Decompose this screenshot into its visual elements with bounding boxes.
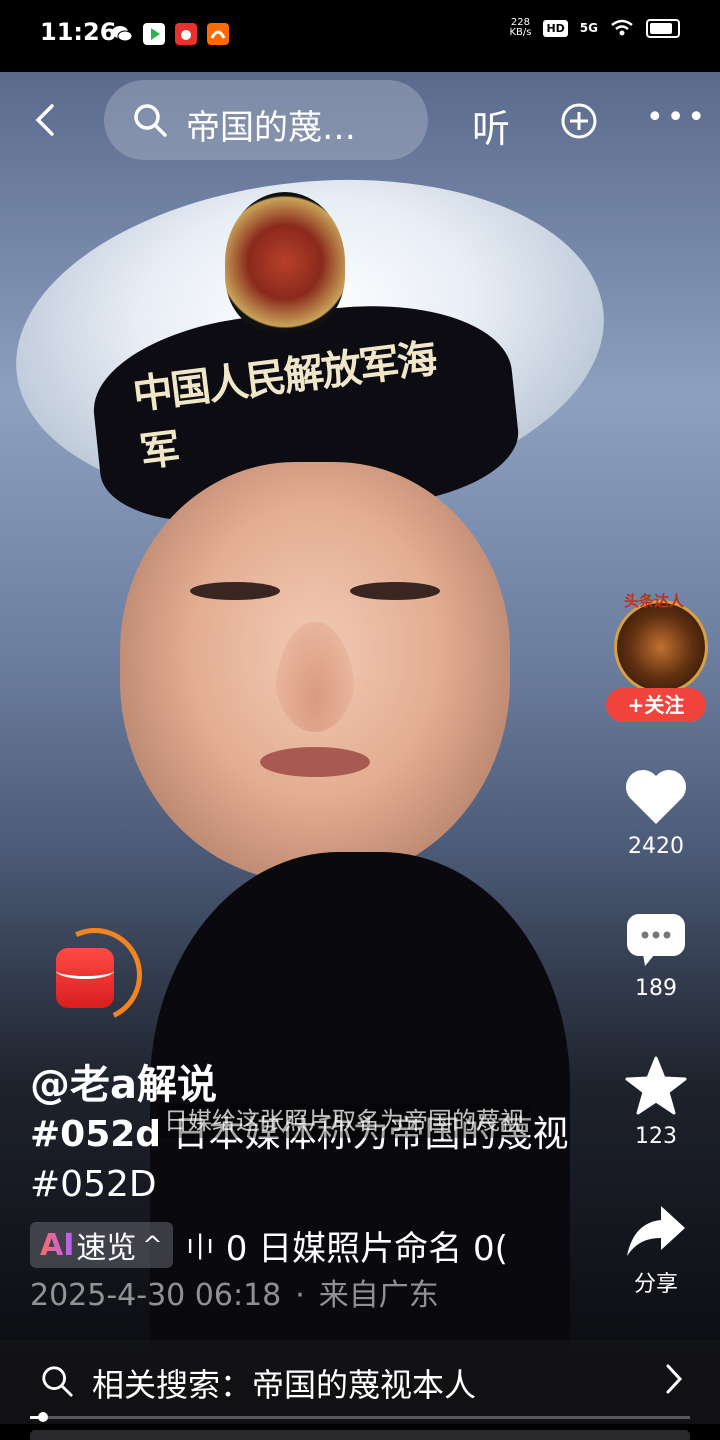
- right-eye: [350, 582, 440, 600]
- share-label: 分享: [633, 1272, 678, 1297]
- avatar-tag: 头条达人: [623, 592, 684, 610]
- search-query: 帝国的蔑…: [186, 108, 356, 148]
- comment-icon: [627, 914, 685, 966]
- notification-icons: [110, 22, 230, 46]
- favorite-count: 123: [635, 1124, 677, 1149]
- chevron-up-icon: ^: [142, 1231, 163, 1259]
- post-location: 来自广东: [318, 1278, 439, 1313]
- follow-button[interactable]: +关注: [606, 688, 706, 722]
- search-icon: [42, 1366, 73, 1397]
- audio-bars-icon: ı|ı: [186, 1230, 216, 1260]
- top-bar: 帝国的蔑… 听 •••: [0, 80, 720, 164]
- left-eye: [190, 582, 280, 600]
- video-subtitle: 日媒给这张照片取名为帝国的蔑视: [158, 1104, 530, 1138]
- related-search-text: 相关搜索：帝国的蔑视本人: [92, 1366, 477, 1404]
- comment-button[interactable]: 189: [606, 912, 706, 1001]
- author-avatar[interactable]: [614, 600, 708, 694]
- listen-button[interactable]: 听: [472, 98, 510, 153]
- signal-5g-label: 5G: [579, 21, 598, 35]
- ai-summary-button[interactable]: AI 速览 ^: [30, 1222, 173, 1268]
- video-progress-bar[interactable]: [30, 1412, 690, 1422]
- nose: [275, 622, 355, 732]
- favorite-button[interactable]: 123: [606, 1056, 706, 1149]
- chevron-right-icon: [666, 1364, 683, 1394]
- hashtag-052d[interactable]: #052d: [30, 1114, 161, 1155]
- wifi-icon: [611, 19, 633, 36]
- like-count: 2420: [628, 834, 684, 859]
- status-bar: 11:26 228 KB/s HD 5G: [0, 0, 720, 72]
- red-packet-icon[interactable]: [56, 948, 114, 1008]
- like-button[interactable]: 2420: [606, 768, 706, 859]
- back-button[interactable]: [28, 102, 64, 138]
- hashtag-052D[interactable]: #052D: [30, 1164, 157, 1205]
- ai-logo-icon: AI: [40, 1227, 75, 1263]
- search-bar[interactable]: 帝国的蔑…: [104, 80, 428, 160]
- ai-ticker-text: 0 日媒照片命名 0(: [225, 1228, 508, 1269]
- post-date: 2025-4-30 06:18: [30, 1278, 282, 1313]
- bottom-panel-edge: [30, 1430, 690, 1440]
- cap-badge-emblem: [225, 192, 345, 332]
- video-app-icon: [143, 23, 165, 45]
- status-time: 11:26: [40, 18, 117, 46]
- mouth: [260, 747, 370, 777]
- share-button[interactable]: 分享: [606, 1202, 706, 1298]
- star-icon: [625, 1056, 687, 1115]
- related-search-bar[interactable]: 相关搜索：帝国的蔑视本人: [0, 1340, 720, 1424]
- wechat-icon: [112, 26, 133, 42]
- face: [120, 462, 510, 882]
- net-speed: 228 KB/s: [509, 18, 531, 38]
- add-circle-icon[interactable]: [560, 102, 598, 140]
- ai-summary-label: 速览: [76, 1231, 137, 1266]
- ai-summary-row: AI 速览 ^ ı|ı 0 日媒照片命名 0(: [30, 1222, 566, 1269]
- meta-separator: ·: [295, 1278, 305, 1313]
- search-icon: [134, 104, 167, 137]
- author-name[interactable]: @老a解说: [30, 1052, 217, 1110]
- status-indicators: 228 KB/s HD 5G: [509, 18, 680, 38]
- net-speed-unit: KB/s: [509, 27, 532, 38]
- heart-icon: [625, 769, 687, 824]
- shopping-app-icon: [175, 23, 197, 45]
- more-options-button[interactable]: •••: [646, 100, 708, 135]
- comment-count: 189: [635, 976, 677, 1001]
- post-meta: 2025-4-30 06:18 · 来自广东: [30, 1270, 439, 1314]
- taobao-icon: [207, 23, 229, 45]
- share-arrow-icon: [627, 1206, 685, 1256]
- hd-badge: HD: [543, 19, 568, 37]
- battery-icon: [646, 18, 680, 38]
- chevron-left-icon: [35, 104, 54, 136]
